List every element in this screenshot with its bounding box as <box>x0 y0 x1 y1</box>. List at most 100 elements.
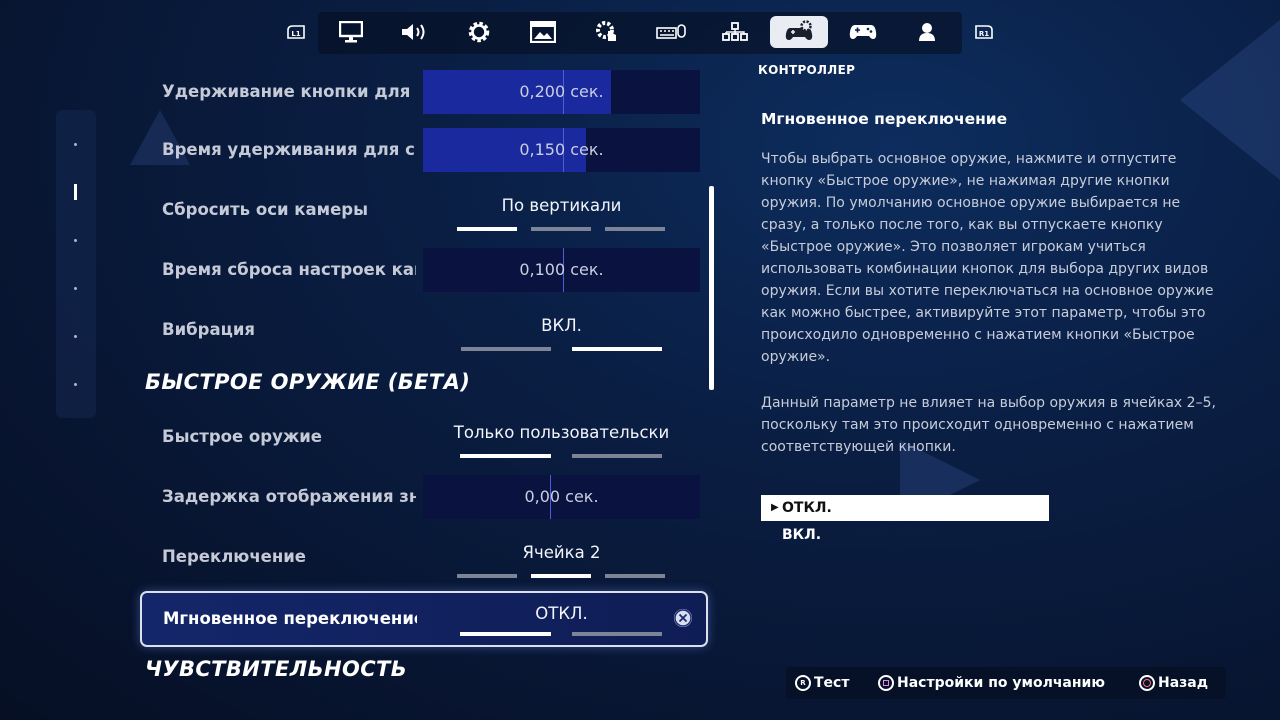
tab-gamepad[interactable] <box>834 16 892 48</box>
speaker-icon <box>402 24 425 40</box>
slider-value: 0,100 сек. <box>519 260 604 279</box>
cross-button-icon[interactable] <box>674 609 692 627</box>
r-stick-label: R <box>800 679 806 687</box>
tab-touch[interactable] <box>578 16 636 48</box>
slider-hold-time[interactable]: 0,150 сек. <box>423 128 700 172</box>
rail-active-indicator[interactable] <box>74 184 77 200</box>
setting-row-hold-button[interactable]: Удерживание кнопки для р 0,200 сек. <box>140 66 710 118</box>
rail-dot[interactable] <box>74 239 77 242</box>
option-off-label: ОТКЛ. <box>782 500 832 516</box>
setting-row-quick-weapon[interactable]: Быстрое оружие Только пользовательски <box>140 411 710 463</box>
setting-row-hold-time[interactable]: Время удерживания для ск 0,150 сек. <box>140 124 710 176</box>
test-button[interactable]: R Тест <box>795 674 849 692</box>
account-icon <box>919 23 935 41</box>
controller-layout-icon <box>722 22 748 41</box>
circle-button-icon <box>1139 675 1155 691</box>
back-button[interactable]: Назад <box>1139 674 1208 692</box>
selector-value: ОТКЛ. <box>535 604 588 623</box>
selector-segment <box>605 227 665 231</box>
rail-dot[interactable] <box>74 143 77 146</box>
section-heading-quick-weapon: БЫСТРОЕ ОРУЖИЕ (БЕТА) <box>145 370 471 394</box>
tab-display[interactable] <box>322 16 380 48</box>
setting-label: Мгновенное переключение <box>163 609 417 628</box>
rail-dot[interactable] <box>74 383 77 386</box>
setting-label: Вибрация <box>162 320 255 339</box>
l1-bumper-label: L1 <box>291 30 300 38</box>
tab-controller[interactable] <box>770 16 828 48</box>
section-title: КОНТРОЛЛЕР <box>758 63 856 77</box>
controller-gear-icon <box>785 20 813 40</box>
tab-audio[interactable] <box>386 16 444 48</box>
selector-reset-camera[interactable]: По вертикали <box>423 184 700 236</box>
setting-row-vibration[interactable]: Вибрация ВКЛ. <box>140 304 710 356</box>
setting-label: Переключение <box>162 547 306 566</box>
test-label: Тест <box>814 675 850 691</box>
description-paragraph: Данный параметр не влияет на выбор оружи… <box>761 395 1216 455</box>
reset-defaults-label: Настройки по умолчанию <box>897 675 1105 691</box>
settings-category-rail <box>56 110 96 418</box>
setting-label: Время сброса настроек кам <box>162 260 416 279</box>
selector-segment <box>572 454 662 458</box>
setting-row-switching[interactable]: Переключение Ячейка 2 <box>140 531 710 583</box>
slider-value: 0,150 сек. <box>519 140 604 159</box>
selector-instant-switch[interactable]: ОТКЛ. <box>423 593 700 645</box>
l1-bumper-icon[interactable]: L1 <box>285 24 307 40</box>
back-label: Назад <box>1158 675 1209 691</box>
slider-display-delay[interactable]: 0,00 сек. <box>423 475 700 519</box>
gear-icon <box>468 21 490 43</box>
setting-label: Быстрое оружие <box>162 427 322 446</box>
selector-segment <box>572 632 662 636</box>
settings-scrollbar[interactable] <box>709 186 714 390</box>
caret-right-icon: ▶ <box>771 502 779 513</box>
selector-segment <box>460 632 551 636</box>
selector-segment <box>457 227 517 231</box>
selector-value: По вертикали <box>501 196 622 215</box>
setting-label: Задержка отображения зна <box>162 487 416 506</box>
tab-account[interactable] <box>898 16 956 48</box>
slider-value: 0,200 сек. <box>519 82 604 101</box>
selector-quick-weapon[interactable]: Только пользовательски <box>423 411 700 463</box>
tab-game-ui[interactable] <box>514 16 572 48</box>
tab-game[interactable] <box>450 16 508 48</box>
square-button-icon <box>878 675 894 691</box>
r1-bumper-icon[interactable]: R1 <box>973 24 995 40</box>
selector-value: ВКЛ. <box>541 316 582 335</box>
selector-value: Ячейка 2 <box>522 543 601 562</box>
r1-bumper-label: R1 <box>979 30 989 38</box>
r-stick-icon: R <box>795 675 811 691</box>
tab-keyboard-mouse[interactable] <box>642 16 700 48</box>
option-off[interactable]: ▶ ОТКЛ. <box>761 495 1049 521</box>
game-ui-icon <box>530 21 556 43</box>
setting-row-instant-switch[interactable]: Мгновенное переключение ОТКЛ. <box>140 591 708 647</box>
selector-segment <box>531 574 591 578</box>
setting-label: Сбросить оси камеры <box>162 200 369 219</box>
touch-gear-icon <box>596 21 616 41</box>
setting-row-reset-camera[interactable]: Сбросить оси камеры По вертикали <box>140 184 710 236</box>
setting-row-reset-time[interactable]: Время сброса настроек кам 0,100 сек. <box>140 244 710 296</box>
selector-segment <box>572 347 662 351</box>
selector-segment <box>457 574 517 578</box>
option-on[interactable]: ВКЛ. <box>782 526 821 544</box>
slider-value: 0,00 сек. <box>524 487 599 506</box>
reset-defaults-button[interactable]: Настройки по умолчанию <box>878 674 1105 692</box>
selector-vibration[interactable]: ВКЛ. <box>423 304 700 356</box>
description-title: Мгновенное переключение <box>761 110 1008 128</box>
setting-row-display-delay[interactable]: Задержка отображения зна 0,00 сек. <box>140 471 710 523</box>
selector-switching[interactable]: Ячейка 2 <box>423 531 700 583</box>
selector-segment <box>531 227 591 231</box>
tab-controller-layout[interactable] <box>706 16 764 48</box>
gamepad-icon <box>849 25 877 39</box>
selector-value: Только пользовательски <box>453 423 670 442</box>
rail-dot[interactable] <box>74 335 77 338</box>
slider-reset-time[interactable]: 0,100 сек. <box>423 248 700 292</box>
section-heading-sensitivity: ЧУВСТВИТЕЛЬНОСТЬ <box>145 657 408 681</box>
selector-segment <box>605 574 665 578</box>
keyboard-mouse-icon <box>656 24 686 39</box>
monitor-icon <box>339 21 363 43</box>
selector-segment <box>461 347 551 351</box>
selector-segment <box>460 454 551 458</box>
setting-label: Время удерживания для ск <box>162 140 416 159</box>
slider-hold-button[interactable]: 0,200 сек. <box>423 70 700 114</box>
rail-dot[interactable] <box>74 287 77 290</box>
description-paragraph: Чтобы выбрать основное оружие, нажмите и… <box>761 151 1214 365</box>
